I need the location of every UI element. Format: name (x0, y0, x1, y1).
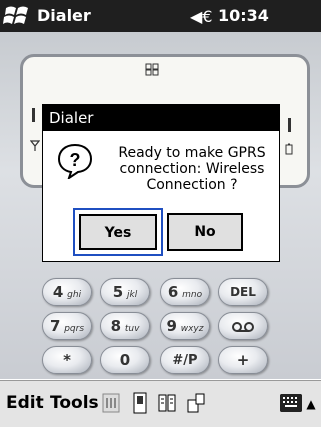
key-0[interactable]: 0 (100, 346, 150, 374)
key-hash-pause[interactable]: #/P (160, 346, 210, 374)
yes-button-label[interactable]: Yes (79, 214, 157, 250)
key-9[interactable]: 9 wxyz (160, 312, 210, 340)
key-plus[interactable]: + (218, 346, 268, 374)
key-7[interactable]: 7 pqrs (42, 312, 92, 340)
key-4[interactable]: 4 ghi (42, 278, 92, 306)
clock[interactable]: 10:34 (218, 6, 269, 25)
title-bar: Dialer ◀€ 10:34 (0, 0, 321, 32)
dialog-title: Dialer (43, 105, 279, 131)
key-5[interactable]: 5 jkl (100, 278, 150, 306)
toolbar-icon-1[interactable] (101, 392, 121, 414)
left-display-tick (32, 108, 35, 122)
toolbar-icon-4[interactable] (186, 392, 206, 414)
toolbar-icon-2[interactable] (130, 392, 150, 414)
right-display-tick (288, 118, 291, 132)
question-icon: ? (57, 143, 93, 179)
antenna-icon (145, 63, 159, 76)
keyboard-icon[interactable] (280, 394, 302, 412)
app-title: Dialer (37, 6, 91, 25)
battery-icon (285, 143, 293, 155)
dialog-message: Ready to make GPRS connection: Wireless … (118, 145, 266, 193)
key-voicemail[interactable] (218, 312, 268, 340)
toolbar-icon-3[interactable] (157, 392, 177, 414)
svg-text:?: ? (70, 150, 81, 170)
menu-edit[interactable]: Edit (6, 393, 44, 413)
windows-flag-icon[interactable] (2, 2, 32, 30)
key-del[interactable]: DEL (218, 278, 268, 306)
sip-arrow-icon[interactable]: ▲ (304, 393, 318, 415)
voicemail-icon (232, 321, 254, 332)
speaker-icon[interactable]: ◀€ (190, 7, 212, 26)
menu-bar: Edit Tools ▲ (0, 380, 321, 427)
key-6[interactable]: 6 mno (160, 278, 210, 306)
yes-button[interactable]: Yes (73, 208, 163, 256)
key-star[interactable]: * (42, 346, 92, 374)
menu-tools[interactable]: Tools (50, 393, 99, 413)
no-button[interactable]: No (167, 213, 243, 251)
signal-icon (30, 140, 40, 151)
key-8[interactable]: 8 tuv (100, 312, 150, 340)
